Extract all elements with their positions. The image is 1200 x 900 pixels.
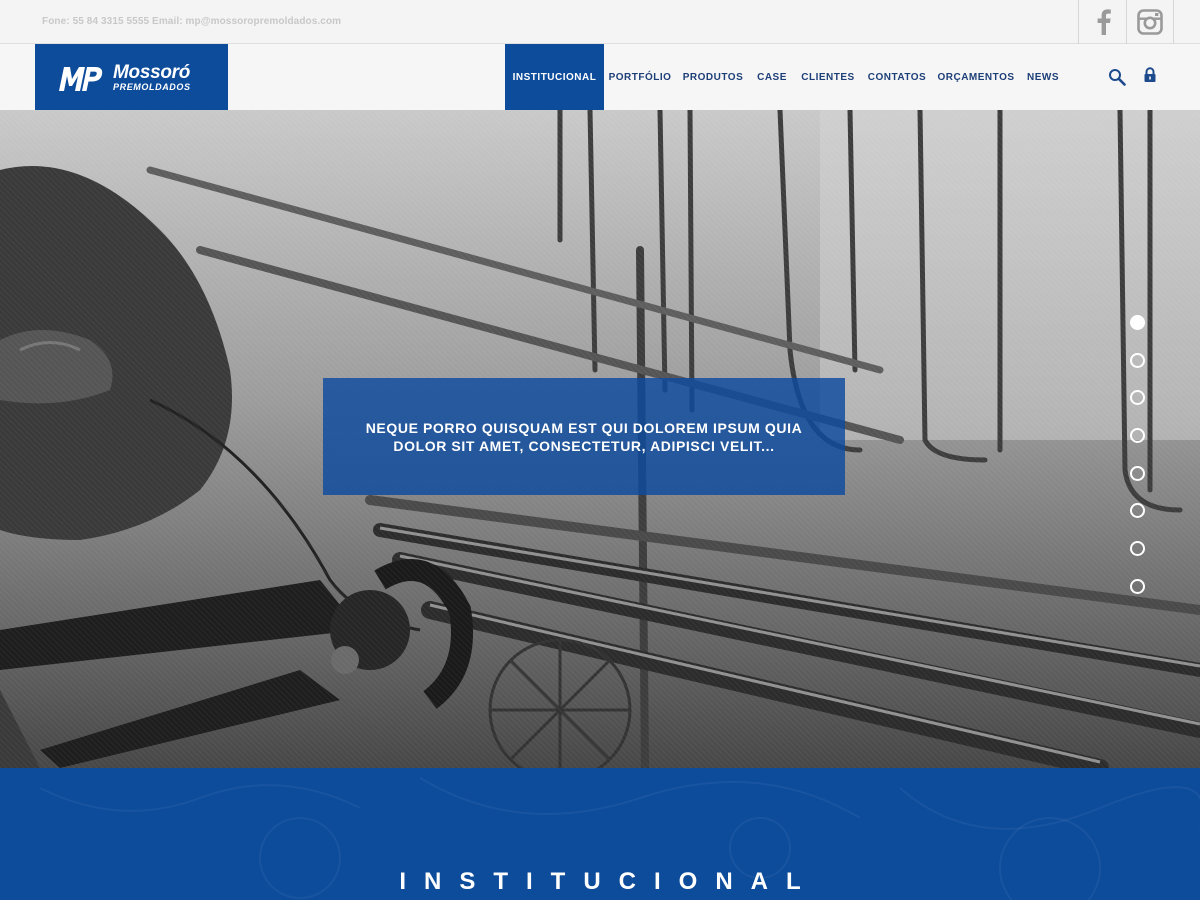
main-navbar: Mossoró PREMOLDADOS INSTITUCIONAL PORTFÓ… (0, 44, 1200, 110)
contact-info: Fone: 55 84 3315 5555 Email: mp@mossorop… (42, 16, 342, 27)
brand-logo[interactable]: Mossoró PREMOLDADOS (35, 44, 228, 110)
brand-wordmark: Mossoró PREMOLDADOS (113, 63, 191, 92)
facebook-icon (1097, 9, 1111, 35)
slider-dot-2[interactable] (1130, 353, 1145, 368)
nav-item-clientes[interactable]: CLIENTES (798, 44, 858, 110)
nav-item-case[interactable]: CASE (753, 44, 791, 110)
nav-item-portfolio[interactable]: PORTFÓLIO (604, 44, 676, 110)
institucional-section: INSTITUCIONAL (0, 768, 1200, 900)
top-bar: Fone: 55 84 3315 5555 Email: mp@mossorop… (0, 0, 1200, 44)
slider-dot-1[interactable] (1130, 315, 1145, 330)
section-title: INSTITUCIONAL (399, 868, 819, 895)
slider-dot-8[interactable] (1130, 579, 1145, 594)
search-icon (1109, 69, 1126, 86)
slider-dot-6[interactable] (1130, 503, 1145, 518)
instagram-icon (1137, 9, 1163, 35)
nav-item-contatos[interactable]: CONTATOS (866, 44, 928, 110)
hero-caption-box: NEQUE PORRO QUISQUAM EST QUI DOLOREM IPS… (323, 378, 845, 495)
brand-name: Mossoró (113, 61, 191, 83)
search-button[interactable] (1108, 68, 1126, 91)
nav-item-orcamentos[interactable]: ORÇAMENTOS (937, 44, 1014, 110)
mp-logo-mark (59, 67, 103, 91)
nav-item-news[interactable]: NEWS (1025, 44, 1061, 110)
brand-subtitle: PREMOLDADOS (113, 81, 191, 92)
nav-item-institucional[interactable]: INSTITUCIONAL (505, 44, 604, 110)
login-button[interactable] (1143, 67, 1157, 88)
slider-dot-7[interactable] (1130, 541, 1145, 556)
nav-item-produtos[interactable]: PRODUTOS (680, 44, 746, 110)
slider-dot-3[interactable] (1130, 390, 1145, 405)
slider-dot-5[interactable] (1130, 466, 1145, 481)
hero-caption: NEQUE PORRO QUISQUAM EST QUI DOLOREM IPS… (365, 419, 803, 454)
facebook-link[interactable] (1078, 0, 1126, 44)
slider-dot-4[interactable] (1130, 428, 1145, 443)
hero-slider: NEQUE PORRO QUISQUAM EST QUI DOLOREM IPS… (0, 110, 1200, 768)
instagram-link[interactable] (1126, 0, 1174, 44)
lock-icon (1144, 67, 1156, 82)
